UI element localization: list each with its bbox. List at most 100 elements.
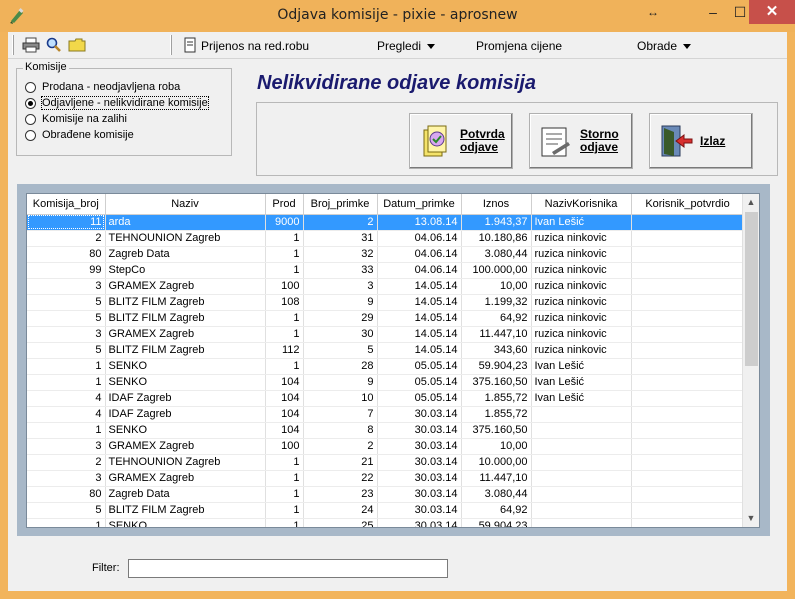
table-row[interactable]: 99 StepCo 1 33 04.06.14 100.000,00 ruzica nink… xyxy=(27,262,745,279)
table-cell[interactable]: Zagreb Data xyxy=(105,486,266,503)
table-cell[interactable] xyxy=(631,470,745,487)
table-cell[interactable] xyxy=(631,294,745,311)
column-header[interactable]: Datum_primke xyxy=(377,194,462,215)
table-cell[interactable] xyxy=(631,438,745,455)
table-cell[interactable]: ruzica ninkovic xyxy=(531,310,632,327)
table-cell[interactable] xyxy=(631,326,745,343)
table-cell[interactable]: 14.05.14 xyxy=(377,278,462,295)
table-cell[interactable]: 30.03.14 xyxy=(377,422,462,439)
table-cell[interactable]: 3 xyxy=(303,278,378,295)
radio-button[interactable] xyxy=(25,81,36,93)
column-header[interactable]: Naziv xyxy=(105,194,266,215)
table-cell[interactable]: 1 xyxy=(265,454,304,471)
exit-button[interactable]: Izlaz xyxy=(649,113,753,169)
table-cell[interactable]: 9000 xyxy=(265,214,304,231)
table-cell[interactable]: 80 xyxy=(27,486,106,503)
table-cell[interactable]: 1 xyxy=(265,326,304,343)
table-cell[interactable]: 5 xyxy=(27,310,106,327)
table-cell[interactable]: 5 xyxy=(27,502,106,519)
toolbar-grip[interactable] xyxy=(12,35,14,55)
table-row[interactable]: 3 GRAMEX Zagreb 1 22 30.03.14 11.447,10 xyxy=(27,470,745,487)
column-header[interactable]: Korisnik_potvrdio xyxy=(631,194,745,215)
table-cell[interactable]: 343,60 xyxy=(461,342,532,359)
table-cell[interactable] xyxy=(631,374,745,391)
table-cell[interactable]: SENKO xyxy=(105,422,266,439)
table-cell[interactable]: 1.855,72 xyxy=(461,406,532,423)
table-cell[interactable]: 05.05.14 xyxy=(377,390,462,407)
table-cell[interactable]: ruzica ninkovic xyxy=(531,278,632,295)
table-cell[interactable]: 1 xyxy=(265,358,304,375)
table-cell[interactable]: 05.05.14 xyxy=(377,374,462,391)
column-header[interactable]: Prod xyxy=(265,194,304,215)
table-cell[interactable]: 11.447,10 xyxy=(461,470,532,487)
table-cell[interactable]: 1 xyxy=(265,518,304,527)
table-cell[interactable] xyxy=(631,214,745,231)
radio-button-checked[interactable] xyxy=(25,97,36,109)
table-cell[interactable]: 33 xyxy=(303,262,378,279)
table-cell[interactable]: BLITZ FILM Zagreb xyxy=(105,310,266,327)
scroll-up-icon[interactable]: ▲ xyxy=(743,194,759,211)
table-cell[interactable]: 04.06.14 xyxy=(377,246,462,263)
table-cell[interactable]: 375.160,50 xyxy=(461,374,532,391)
table-cell[interactable]: BLITZ FILM Zagreb xyxy=(105,342,266,359)
table-cell[interactable] xyxy=(631,502,745,519)
table-cell[interactable]: 10.180,86 xyxy=(461,230,532,247)
table-cell[interactable]: 25 xyxy=(303,518,378,527)
table-row[interactable]: 4 IDAF Zagreb 104 10 05.05.14 1.855,72 Ivan Le… xyxy=(27,390,745,407)
table-cell[interactable]: 1 xyxy=(265,470,304,487)
table-cell[interactable]: GRAMEX Zagreb xyxy=(105,470,266,487)
table-cell[interactable]: 31 xyxy=(303,230,378,247)
table-cell[interactable]: ruzica ninkovic xyxy=(531,326,632,343)
table-row[interactable]: 11 arda 9000 2 13.08.14 1.943,37 Ivan Lešić xyxy=(27,214,745,231)
table-cell[interactable] xyxy=(631,358,745,375)
table-cell[interactable]: 11.447,10 xyxy=(461,326,532,343)
table-cell[interactable]: 104 xyxy=(265,374,304,391)
table-cell[interactable]: 5 xyxy=(27,294,106,311)
table-cell[interactable]: 3 xyxy=(27,438,106,455)
table-cell[interactable]: 59.904,23 xyxy=(461,358,532,375)
table-cell[interactable]: 7 xyxy=(303,406,378,423)
table-row[interactable]: 5 BLITZ FILM Zagreb 112 5 14.05.14 343,60 ruzi… xyxy=(27,342,745,359)
table-row[interactable]: 3 GRAMEX Zagreb 1 30 14.05.14 11.447,10 ruzica… xyxy=(27,326,745,343)
table-cell[interactable]: 64,92 xyxy=(461,502,532,519)
column-header[interactable]: Komisija_broj xyxy=(27,194,106,215)
table-cell[interactable]: 80 xyxy=(27,246,106,263)
table-cell[interactable]: 1 xyxy=(265,310,304,327)
table-cell[interactable]: 30.03.14 xyxy=(377,470,462,487)
menu-pregledi[interactable]: Pregledi xyxy=(377,39,436,53)
table-cell[interactable]: 5 xyxy=(303,342,378,359)
table-row[interactable]: 4 IDAF Zagreb 104 7 30.03.14 1.855,72 xyxy=(27,406,745,423)
table-cell[interactable]: 59.904,23 xyxy=(461,518,532,527)
table-row[interactable]: 1 SENKO 104 9 05.05.14 375.160,50 Ivan Lešić xyxy=(27,374,745,391)
table-cell[interactable]: 1 xyxy=(27,518,106,527)
table-cell[interactable]: 2 xyxy=(27,454,106,471)
close-button[interactable]: ✕ xyxy=(749,0,795,24)
table-cell[interactable]: ruzica ninkovic xyxy=(531,294,632,311)
table-cell[interactable]: 375.160,50 xyxy=(461,422,532,439)
column-header[interactable]: NazivKorisnika xyxy=(531,194,632,215)
radio-obradene[interactable]: Obrađene komisije xyxy=(25,127,134,143)
table-cell[interactable]: 99 xyxy=(27,262,106,279)
table-cell[interactable]: 32 xyxy=(303,246,378,263)
table-cell[interactable]: 22 xyxy=(303,470,378,487)
table-row[interactable]: 2 TEHNOUNION Zagreb 1 21 30.03.14 10.000,00 xyxy=(27,454,745,471)
table-cell[interactable]: IDAF Zagreb xyxy=(105,406,266,423)
table-row[interactable]: 80 Zagreb Data 1 23 30.03.14 3.080,44 xyxy=(27,486,745,503)
radio-label[interactable]: Obrađene komisije xyxy=(42,129,134,141)
table-cell[interactable]: GRAMEX Zagreb xyxy=(105,326,266,343)
table-cell[interactable] xyxy=(631,518,745,527)
radio-label[interactable]: Prodana - neodjavljena roba xyxy=(42,81,180,93)
scroll-down-icon[interactable]: ▼ xyxy=(743,510,759,527)
table-cell[interactable]: arda xyxy=(105,214,266,231)
table-cell[interactable] xyxy=(531,470,632,487)
table-row[interactable]: 3 GRAMEX Zagreb 100 2 30.03.14 10,00 xyxy=(27,438,745,455)
radio-odjavljene[interactable]: Odjavljene - nelikvidirane komisije xyxy=(25,95,209,111)
table-cell[interactable]: 13.08.14 xyxy=(377,214,462,231)
table-cell[interactable] xyxy=(631,486,745,503)
table-cell[interactable]: 8 xyxy=(303,422,378,439)
table-cell[interactable]: Ivan Lešić xyxy=(531,390,632,407)
table-cell[interactable]: 4 xyxy=(27,390,106,407)
table-cell[interactable]: 23 xyxy=(303,486,378,503)
table-cell[interactable] xyxy=(531,438,632,455)
table-cell[interactable] xyxy=(631,454,745,471)
